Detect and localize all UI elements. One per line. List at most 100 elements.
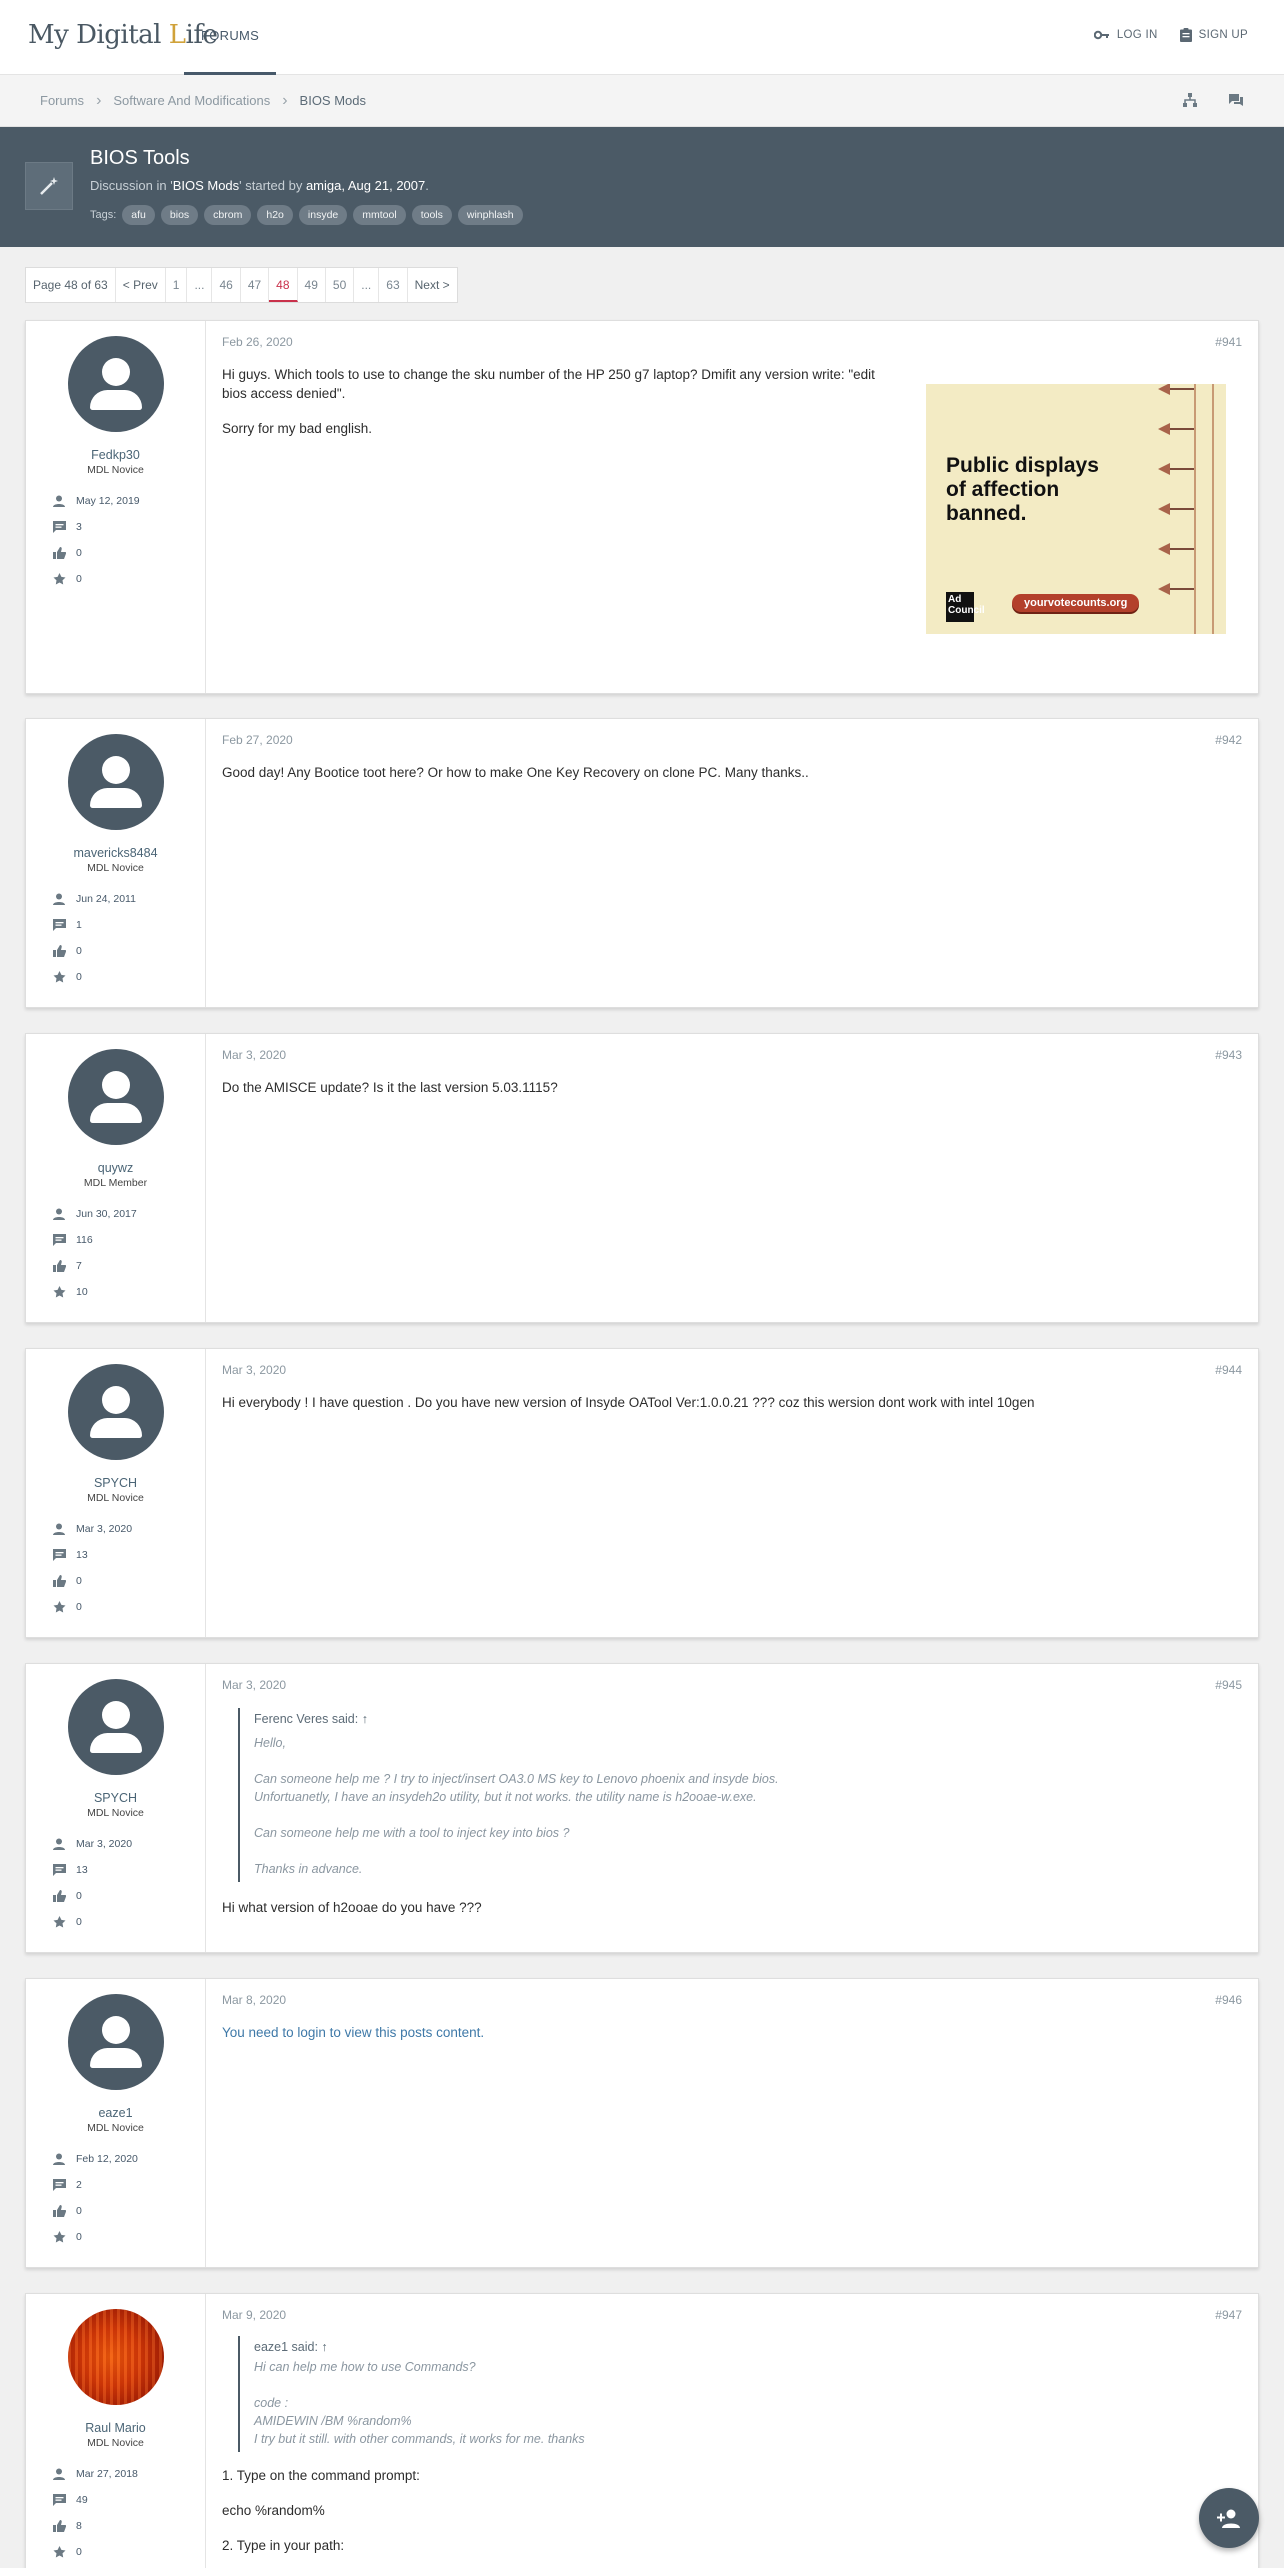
tag-mmtool[interactable]: mmtool [353,205,406,225]
page-ellipsis[interactable]: ... [354,268,380,302]
avatar[interactable] [67,1679,164,1775]
points-count: 0 [76,1916,82,1928]
star-icon [52,2230,66,2244]
meta-author-link[interactable]: amiga [306,178,341,193]
star-icon [52,970,66,984]
quote-header[interactable]: Ferenc Veres said: ↑ [254,1712,1242,1726]
page-link-49[interactable]: 49 [298,268,326,302]
username[interactable]: Raul Mario [26,2421,205,2435]
post: Raul Mario MDL Novice Mar 27, 2018 49 8 … [25,2293,1259,2568]
page-link-50[interactable]: 50 [326,268,355,302]
username[interactable]: mavericks8484 [26,846,205,860]
tag-h2o[interactable]: h2o [257,205,293,225]
user-stats: Mar 3, 2020 13 0 0 [26,1831,205,1935]
tag-cbrom[interactable]: cbrom [204,205,252,225]
add-user-button[interactable] [1199,2488,1259,2548]
tag-bios[interactable]: bios [160,205,199,225]
avatar[interactable] [67,1994,164,2090]
page-link-47[interactable]: 47 [241,268,270,302]
avatar[interactable] [67,1049,164,1145]
post-date[interactable]: Mar 8, 2020 [222,1993,1242,2007]
message-icon [52,1863,66,1877]
page-link-63[interactable]: 63 [379,268,408,302]
post-content: Feb 27, 2020 #942 Good day! Any Bootice … [206,719,1258,1007]
post-number[interactable]: #947 [1215,2308,1242,2322]
blockquote: eaze1 said: ↑ Hi can help me how to use … [238,2336,1242,2452]
post-number[interactable]: #941 [1215,335,1242,349]
signup-link[interactable]: SIGN UP [1179,28,1248,42]
points-stat: 0 [52,964,205,990]
login-required-link[interactable]: You need to login to view this posts con… [222,2023,1242,2042]
page-ellipsis[interactable]: ... [187,268,213,302]
next-page-button[interactable]: Next > [408,268,457,302]
nav-forums-tab[interactable]: FORUMS [184,0,277,75]
joined-stat: Mar 27, 2018 [52,2461,205,2487]
breadcrumb-software[interactable]: Software And Modifications [113,93,270,108]
username[interactable]: Fedkp30 [26,448,205,462]
messages-stat: 13 [52,1857,205,1883]
message-icon [52,918,66,932]
likes-stat: 8 [52,2513,205,2539]
username[interactable]: SPYCH [26,1791,205,1805]
advertisement[interactable]: Public displays of affection banned. Ad Co… [926,384,1226,634]
thread-header: BIOS Tools Discussion in 'BIOS Mods' sta… [0,127,1284,247]
quote-line: Can someone help me ? I try to inject/in… [254,1772,779,1786]
user-stats: May 12, 2019 3 0 0 [26,488,205,592]
like-count: 0 [76,2205,82,2217]
page-link-48-current[interactable]: 48 [269,268,298,302]
post-line: Hi what version of h2ooae do you have ??… [222,1900,482,1915]
star-icon [52,572,66,586]
points-stat: 0 [52,1909,205,1935]
message-count: 116 [76,1234,93,1246]
post-date[interactable]: Mar 3, 2020 [222,1363,1242,1377]
login-link[interactable]: LOG IN [1093,28,1158,42]
likes-stat: 7 [52,1253,205,1279]
tag-insyde[interactable]: insyde [298,205,348,225]
thumbs-up-icon [52,1889,66,1903]
post-date[interactable]: Mar 3, 2020 [222,1678,1242,1692]
avatar[interactable] [67,336,164,432]
messages-stat: 13 [52,1542,205,1568]
breadcrumb: Forums › Software And Modifications › BI… [0,75,1284,127]
post-author: mavericks8484 MDL Novice Jun 24, 2011 1 … [26,719,206,1007]
meta-forum-link[interactable]: BIOS Mods [173,178,239,193]
likes-stat: 0 [52,938,205,964]
tag-tools[interactable]: tools [411,205,452,225]
points-count: 10 [76,1286,88,1298]
tags-label: Tags: [90,209,117,221]
sitemap-icon[interactable] [1182,92,1198,108]
post-number[interactable]: #946 [1215,1993,1242,2007]
prev-page-button[interactable]: < Prev [116,268,166,302]
post-number[interactable]: #943 [1215,1048,1242,1062]
messages-stat: 2 [52,2172,205,2198]
username[interactable]: quywz [26,1161,205,1175]
post-date[interactable]: Mar 9, 2020 [222,2308,1242,2322]
username[interactable]: eaze1 [26,2106,205,2120]
tag-afu[interactable]: afu [122,205,155,225]
breadcrumb-forums[interactable]: Forums [40,93,84,108]
page-link-46[interactable]: 46 [212,268,241,302]
quote-line: Unfortuanetly, I have an insydeh2o utili… [254,1790,757,1804]
avatar[interactable] [67,2309,164,2405]
post-number[interactable]: #944 [1215,1363,1242,1377]
post-date[interactable]: Feb 27, 2020 [222,733,1242,747]
post-date[interactable]: Mar 3, 2020 [222,1048,1242,1062]
page-link-1[interactable]: 1 [166,268,188,302]
joined-stat: Jun 30, 2017 [52,1201,205,1227]
quote-header[interactable]: eaze1 said: ↑ [254,2340,1242,2354]
quote-line: I try but it still. with other commands,… [254,2432,585,2446]
user-rank: MDL Novice [87,862,144,874]
tag-winphlash[interactable]: winphlash [457,205,523,225]
post-number[interactable]: #942 [1215,733,1242,747]
username[interactable]: SPYCH [26,1476,205,1490]
post-number[interactable]: #945 [1215,1678,1242,1692]
avatar[interactable] [67,734,164,830]
chat-icon[interactable] [1228,92,1244,108]
avatar[interactable] [67,1364,164,1460]
messages-stat: 116 [52,1227,205,1253]
thumbs-up-icon [52,2204,66,2218]
star-icon [52,1915,66,1929]
signup-label: SIGN UP [1198,29,1248,41]
breadcrumb-bios-mods[interactable]: BIOS Mods [300,93,366,108]
post-date[interactable]: Feb 26, 2020 [222,335,1242,349]
